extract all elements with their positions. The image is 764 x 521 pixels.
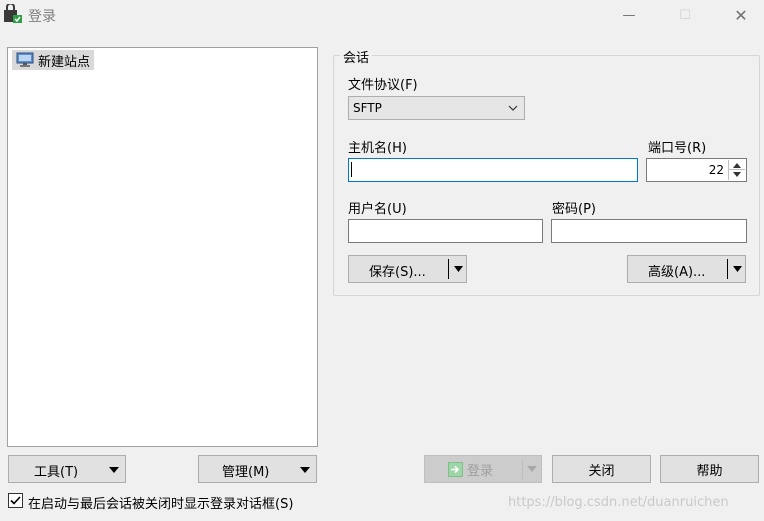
show-dialog-label[interactable]: 在启动与最后会话被关闭时显示登录对话框(S) bbox=[28, 493, 293, 512]
port-input[interactable]: 22 bbox=[646, 158, 747, 182]
protocol-select[interactable]: SFTP bbox=[348, 96, 525, 120]
text-caret bbox=[351, 162, 352, 177]
show-dialog-checkbox[interactable] bbox=[8, 493, 23, 508]
advanced-button-label: 高级(A)... bbox=[648, 265, 706, 280]
tree-item-new-site[interactable]: 新建站点 bbox=[12, 50, 95, 70]
caret-down-icon bbox=[732, 266, 742, 272]
port-label: 端口号(R) bbox=[648, 141, 707, 156]
session-group-label: 会话 bbox=[340, 47, 373, 66]
site-tree[interactable]: 新建站点 bbox=[7, 47, 318, 447]
close-icon: ✕ bbox=[734, 5, 748, 25]
close-button[interactable]: 关闭 bbox=[552, 455, 651, 483]
password-input[interactable] bbox=[551, 219, 747, 243]
minimize-button[interactable]: — bbox=[606, 0, 652, 30]
protocol-label: 文件协议(F) bbox=[348, 78, 418, 93]
hostname-input[interactable] bbox=[348, 158, 638, 182]
manage-button[interactable]: 管理(M) bbox=[198, 455, 317, 483]
username-label: 用户名(U) bbox=[348, 202, 407, 217]
split-divider bbox=[727, 259, 728, 279]
tools-button-label: 工具(T) bbox=[34, 465, 79, 480]
watermark: https://blog.csdn.net/duanruichen bbox=[508, 495, 729, 510]
login-icon bbox=[448, 462, 463, 477]
split-divider bbox=[522, 459, 523, 479]
caret-down-icon bbox=[527, 466, 537, 472]
close-window-button[interactable]: ✕ bbox=[718, 0, 764, 30]
maximize-icon: ☐ bbox=[679, 7, 691, 23]
tree-item-label: 新建站点 bbox=[38, 54, 91, 70]
password-label: 密码(P) bbox=[552, 202, 596, 217]
advanced-dropdown-arrow[interactable] bbox=[729, 256, 745, 282]
hostname-label: 主机名(H) bbox=[348, 141, 407, 156]
help-button[interactable]: 帮助 bbox=[660, 455, 759, 483]
advanced-button[interactable]: 高级(A)... bbox=[627, 255, 746, 283]
chevron-down-icon bbox=[508, 105, 518, 111]
spin-down-icon[interactable] bbox=[733, 172, 741, 178]
maximize-button[interactable]: ☐ bbox=[662, 0, 708, 30]
spin-up-icon[interactable] bbox=[733, 162, 741, 168]
login-button-label: 登录 bbox=[467, 464, 494, 479]
save-button[interactable]: 保存(S)... bbox=[348, 255, 467, 283]
protocol-value: SFTP bbox=[353, 101, 382, 115]
save-button-label: 保存(S)... bbox=[369, 265, 426, 280]
tools-button[interactable]: 工具(T) bbox=[8, 455, 126, 483]
caret-down-icon bbox=[109, 467, 119, 473]
port-value: 22 bbox=[708, 163, 724, 177]
minimize-icon: — bbox=[622, 7, 636, 23]
port-spinner[interactable] bbox=[728, 160, 745, 180]
window-title: 登录 bbox=[28, 9, 56, 25]
computer-icon bbox=[16, 52, 34, 67]
checkmark-icon bbox=[10, 496, 21, 505]
caret-down-icon bbox=[453, 266, 463, 272]
close-button-label: 关闭 bbox=[588, 463, 615, 479]
help-button-label: 帮助 bbox=[696, 463, 723, 479]
caret-down-icon bbox=[300, 467, 310, 473]
manage-button-label: 管理(M) bbox=[222, 465, 270, 480]
app-lock-icon bbox=[4, 4, 22, 23]
login-dropdown-arrow[interactable] bbox=[524, 456, 540, 482]
save-dropdown-arrow[interactable] bbox=[450, 256, 466, 282]
login-button[interactable]: 登录 bbox=[424, 455, 542, 483]
username-input[interactable] bbox=[348, 219, 543, 243]
split-divider bbox=[448, 259, 449, 279]
